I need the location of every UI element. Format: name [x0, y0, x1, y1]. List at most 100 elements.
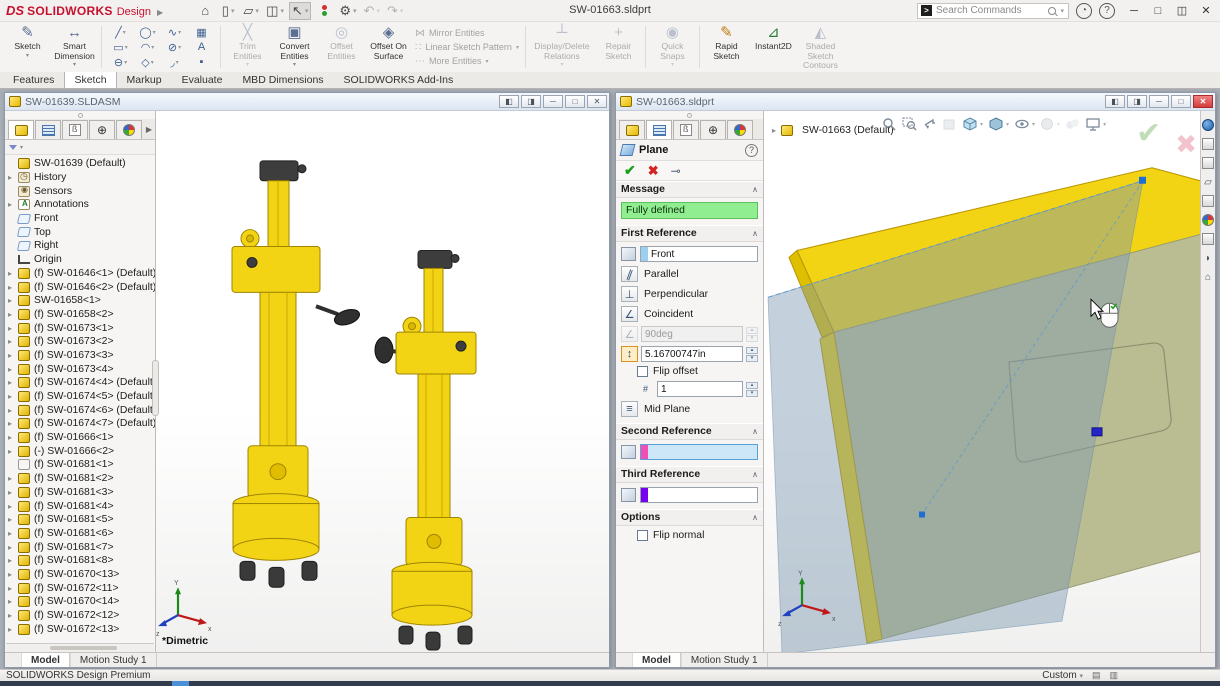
first-reference-section-header[interactable]: First Reference∧ [616, 225, 763, 242]
coincident-option[interactable]: ∠ Coincident [621, 306, 758, 322]
tree-expand-arrow[interactable] [8, 269, 17, 278]
flip-offset-option[interactable]: Flip offset [621, 366, 758, 377]
pm-help-icon[interactable]: ? [745, 144, 758, 157]
home-button[interactable]: ⌂ [195, 2, 215, 20]
tree-expand-arrow[interactable] [8, 502, 17, 511]
window-close-button[interactable]: ✕ [1193, 95, 1213, 108]
second-reference-section-header[interactable]: Second Reference∧ [616, 423, 763, 440]
zoom-to-fit-icon[interactable] [882, 117, 897, 132]
part-viewport[interactable]: Y x z ▸ SW-01663 (Default) [764, 111, 1215, 652]
shaded-sketch-contours-button[interactable]: ◭ Shaded Sketch Contours [797, 22, 844, 72]
convert-entities-button[interactable]: ▣ Convert Entities▾ [271, 22, 318, 72]
view-settings-icon[interactable]: ▾ [1085, 117, 1106, 132]
tree-expand-arrow[interactable] [8, 419, 17, 428]
search-dropdown-icon[interactable]: ▾ [1060, 7, 1064, 15]
feature-tree-item[interactable]: (f) SW-01681<3> [5, 486, 155, 500]
notes-icon[interactable]: ▥ [1109, 670, 1118, 681]
edit-appearance-icon[interactable]: ▾ [1040, 117, 1060, 132]
ribbon-tab[interactable]: Sketch [64, 71, 116, 88]
sketch-picture-tool[interactable]: ▦ [188, 25, 215, 40]
section-view-icon[interactable] [942, 117, 957, 132]
window-restore-button[interactable]: □ [565, 95, 585, 108]
first-reference-input[interactable]: Front [640, 246, 758, 262]
tree-expand-arrow[interactable] [8, 556, 17, 565]
confirm-cancel-icon[interactable]: ✖ [1175, 131, 1197, 157]
plane-count-spinner[interactable]: ▴▾ [746, 382, 758, 397]
offset-distance-icon[interactable]: ↕ [621, 346, 638, 362]
circle-tool[interactable]: ◯▾ [134, 25, 161, 40]
appearances-icon[interactable] [1202, 214, 1214, 226]
new-document-button[interactable]: ▯▾ [218, 2, 238, 20]
point-tool[interactable]: ▪ [188, 55, 215, 70]
feature-tree-item[interactable]: Sensors [5, 184, 155, 198]
flyout-expand-arrow[interactable]: ▸ [772, 126, 776, 135]
perpendicular-option[interactable]: ⊥ Perpendicular [621, 286, 758, 302]
feature-tree-item[interactable]: (f) SW-01670<14> [5, 595, 155, 609]
feature-tree-item[interactable]: (f) SW-01658<2> [5, 308, 155, 322]
user-account-icon[interactable]: ◔ [1076, 3, 1092, 19]
tree-horizontal-scrollbar[interactable] [6, 643, 154, 652]
pane-left-button[interactable]: ◧ [1105, 95, 1125, 108]
feature-tree-item[interactable]: (f) SW-01681<2> [5, 472, 155, 486]
tree-expand-arrow[interactable] [8, 543, 17, 552]
plane-count-input[interactable]: 1 [657, 381, 743, 397]
feature-tree-item[interactable]: (f) SW-01674<4> (Default) [5, 376, 155, 390]
design-library-icon[interactable] [1202, 157, 1214, 169]
smart-dimension-button[interactable]: ↔ Smart Dimension▾ [51, 22, 98, 72]
tree-expand-arrow[interactable] [8, 351, 17, 360]
feature-tree-item[interactable]: (f) SW-01670<13> [5, 568, 155, 582]
trim-entities-button[interactable]: ╳ Trim Entities▾ [224, 22, 271, 72]
close-button[interactable]: ✕ [1194, 1, 1218, 21]
window-minimize-button[interactable]: ─ [543, 95, 563, 108]
tree-expand-arrow[interactable] [8, 625, 17, 634]
feature-tree-item[interactable]: (f) SW-01681<4> [5, 499, 155, 513]
feature-tree-item[interactable]: (f) SW-01673<1> [5, 321, 155, 335]
tree-expand-arrow[interactable] [8, 433, 17, 442]
tree-filter-bar[interactable]: ▾ [5, 140, 155, 155]
linear-sketch-pattern-button[interactable]: ∷ Linear Sketch Pattern▾ [415, 41, 519, 53]
logo-flyout-arrow[interactable]: ▶ [157, 8, 163, 17]
flyout-feature-tree[interactable]: ▸ SW-01663 (Default) [772, 125, 894, 136]
view-orientation-icon[interactable]: ▾ [962, 117, 983, 132]
ribbon-tab[interactable]: Features [3, 71, 64, 88]
offset-distance-input[interactable]: 5.16700747in [641, 346, 743, 362]
parallel-option[interactable]: ∥ Parallel [621, 266, 758, 282]
panel-splitter-grip[interactable] [152, 360, 159, 416]
feature-tree-item[interactable]: Front [5, 212, 155, 226]
feature-tree-item[interactable]: History [5, 171, 155, 185]
options-section-header[interactable]: Options∧ [616, 509, 763, 526]
tree-expand-arrow[interactable] [8, 406, 17, 415]
tree-expand-arrow[interactable] [8, 365, 17, 374]
feature-tree-item[interactable]: (f) SW-01672<11> [5, 581, 155, 595]
feature-tree-item[interactable]: (f) SW-01646<1> (Default) [5, 267, 155, 281]
model-motion-tab[interactable]: Model [632, 653, 681, 667]
part-window-titlebar[interactable]: SW-01663.sldprt ◧ ◨ ─ □ ✕ [616, 93, 1215, 111]
solidworks-resources-icon[interactable] [1202, 138, 1214, 150]
ellipse-tool[interactable]: ⊘▾ [161, 40, 188, 55]
search-commands-box[interactable]: > Search Commands ▾ [917, 3, 1069, 19]
pane-right-button[interactable]: ◨ [1127, 95, 1147, 108]
apply-scene-icon[interactable] [1065, 117, 1080, 132]
tree-expand-arrow[interactable] [8, 296, 17, 305]
tree-expand-arrow[interactable] [8, 474, 17, 483]
tab-displaymanager[interactable] [116, 120, 142, 139]
tree-expand-arrow[interactable] [8, 597, 17, 606]
feature-tree-item[interactable]: (f) SW-01673<2> [5, 335, 155, 349]
tab-featuremanager-tree[interactable] [8, 120, 34, 139]
spline-tool[interactable]: ∿▾ [161, 25, 188, 40]
tab-configurationmanager[interactable] [673, 120, 699, 139]
message-section-header[interactable]: Message∧ [616, 181, 763, 198]
tab-configurationmanager[interactable] [62, 120, 88, 139]
display-style-icon[interactable]: ▾ [988, 117, 1009, 132]
tree-expand-arrow[interactable] [8, 584, 17, 593]
second-reference-input[interactable] [640, 444, 758, 460]
tree-expand-arrow[interactable] [8, 378, 17, 387]
model-motion-tab[interactable]: Model [21, 653, 70, 667]
pane-right-button[interactable]: ◨ [521, 95, 541, 108]
tag-icon[interactable]: ▤ [1092, 670, 1101, 681]
tree-expand-arrow[interactable] [8, 515, 17, 524]
feature-tree-item[interactable]: Annotations [5, 198, 155, 212]
zoom-to-area-icon[interactable] [902, 117, 917, 132]
flip-offset-checkbox[interactable] [637, 366, 648, 377]
third-reference-section-header[interactable]: Third Reference∧ [616, 466, 763, 483]
